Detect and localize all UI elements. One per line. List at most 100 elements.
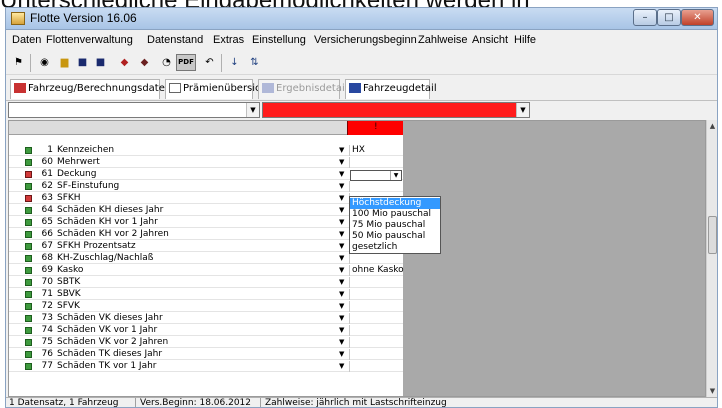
maximize-button[interactable]: □ [657, 9, 681, 26]
undo-icon[interactable]: ↶ [201, 54, 218, 71]
pdf-export-button[interactable]: PDF [176, 54, 196, 71]
table-row[interactable]: 75 Schäden VK vor 2 Jahren ▼ [9, 337, 403, 348]
menu-flottenverwaltung[interactable]: Flottenverwaltung [46, 34, 133, 46]
cd-icon[interactable]: ◉ [36, 54, 53, 71]
chevron-down-icon[interactable]: ▼ [339, 337, 344, 348]
dropdown-option[interactable]: Höchstdeckung [350, 198, 440, 209]
row-number: 60 [41, 157, 53, 167]
chevron-down-icon[interactable]: ▼ [339, 241, 344, 252]
table-row[interactable]: 71 SBVK ▼ [9, 289, 403, 300]
car-icon[interactable]: ◆ [116, 54, 133, 71]
row-value[interactable] [349, 301, 403, 312]
row-value[interactable] [349, 277, 403, 288]
table-row[interactable]: 72 SFVK ▼ [9, 301, 403, 312]
status-icon [25, 363, 32, 370]
sort-alt-icon[interactable]: ⇅ [246, 54, 263, 71]
tab-fahrzeug-berechnungsdaten[interactable]: Fahrzeug/Berechnungsdaten [10, 79, 171, 99]
table-row[interactable]: 76 Schäden TK dieses Jahr ▼ [9, 349, 403, 360]
row-value[interactable]: HX [349, 145, 403, 156]
chevron-down-icon[interactable]: ▼ [339, 181, 344, 192]
chevron-down-icon[interactable]: ▼ [339, 169, 344, 180]
row-value[interactable] [349, 253, 403, 264]
row-value[interactable] [349, 181, 403, 192]
save-all-icon[interactable]: ■ [92, 54, 109, 71]
scroll-up-icon[interactable]: ▲ [707, 120, 717, 132]
table-row[interactable]: 63 SFKH ▼ [9, 193, 403, 204]
chevron-down-icon[interactable]: ▼ [339, 205, 344, 216]
deckung-select[interactable]: ▼ [350, 170, 402, 181]
row-value[interactable] [349, 361, 403, 372]
row-value[interactable] [349, 325, 403, 336]
table-row[interactable]: 73 Schäden VK dieses Jahr ▼ [9, 313, 403, 324]
chevron-down-icon[interactable]: ▼ [339, 253, 344, 264]
menu-extras[interactable]: Extras [213, 34, 244, 46]
dropdown-option[interactable]: 75 Mio pauschal [350, 220, 440, 231]
table-row[interactable]: 65 Schäden KH vor 1 Jahr ▼ [9, 217, 403, 228]
scroll-down-icon[interactable]: ▼ [707, 385, 717, 397]
row-value[interactable] [349, 289, 403, 300]
vehicle-selector[interactable]: ▼ [262, 102, 530, 118]
dropdown-option[interactable]: 100 Mio pauschal [350, 209, 440, 220]
chevron-down-icon[interactable]: ▼ [339, 361, 344, 372]
open-folder-icon[interactable]: ▆ [56, 54, 73, 71]
chevron-down-icon[interactable]: ▼ [339, 157, 344, 168]
chevron-down-icon[interactable]: ▼ [339, 325, 344, 336]
chevron-down-icon[interactable]: ▼ [339, 277, 344, 288]
car-settings-icon[interactable]: ◆ [136, 54, 153, 71]
chevron-down-icon[interactable]: ▼ [339, 217, 344, 228]
title-bar[interactable]: Flotte Version 16.06 – □ ✕ [6, 8, 717, 30]
row-value[interactable] [349, 313, 403, 324]
tab-ergebnisdetail[interactable]: Ergebnisdetail [258, 79, 348, 99]
table-row[interactable]: 64 Schäden KH dieses Jahr ▼ [9, 205, 403, 216]
row-value[interactable] [349, 157, 403, 168]
chevron-down-icon[interactable]: ▼ [339, 289, 344, 300]
vehicle-column-header[interactable]: ! [347, 121, 403, 135]
menu-daten[interactable]: Daten [12, 34, 41, 46]
row-value[interactable] [349, 337, 403, 348]
table-row[interactable]: 74 Schäden VK vor 1 Jahr ▼ [9, 325, 403, 336]
table-row[interactable]: 68 KH-Zuschlag/Nachlaß ▼ [9, 253, 403, 264]
menu-hilfe[interactable]: Hilfe [514, 34, 536, 46]
table-row[interactable]: 77 Schäden TK vor 1 Jahr ▼ [9, 361, 403, 372]
report-icon [262, 83, 274, 93]
menu-datenstand[interactable]: Datenstand [147, 34, 203, 46]
table-row[interactable]: 62 SF-Einstufung ▼ [9, 181, 403, 192]
tab-fahrzeugdetail[interactable]: Fahrzeugdetail [345, 79, 437, 99]
chevron-down-icon[interactable]: ▼ [390, 171, 401, 180]
chevron-down-icon[interactable]: ▼ [339, 349, 344, 360]
chevron-down-icon[interactable]: ▼ [339, 229, 344, 240]
menu-versicherungsbeginn[interactable]: Versicherungsbeginn [314, 34, 417, 46]
chevron-down-icon[interactable]: ▼ [246, 103, 259, 117]
save-icon[interactable]: ■ [74, 54, 91, 71]
chevron-down-icon[interactable]: ▼ [339, 313, 344, 324]
table-row[interactable]: 70 SBTK ▼ [9, 277, 403, 288]
chevron-down-icon[interactable]: ▼ [339, 145, 344, 156]
tab-praemienuebersicht[interactable]: Prämienübersicht [165, 79, 271, 99]
row-value[interactable]: ohne Kasko [349, 265, 404, 276]
pin-icon[interactable]: ⚑ [10, 54, 27, 71]
table-row[interactable]: 61 Deckung ▼ ▼ [9, 169, 403, 181]
chevron-down-icon[interactable]: ▼ [339, 193, 344, 204]
table-row[interactable]: 66 Schäden KH vor 2 Jahren ▼ [9, 229, 403, 240]
menu-einstellung[interactable]: Einstellung [252, 34, 306, 46]
row-value[interactable] [349, 349, 403, 360]
deckung-dropdown-list[interactable]: Höchstdeckung 100 Mio pauschal 75 Mio pa… [349, 196, 441, 254]
minimize-button[interactable]: – [633, 9, 657, 26]
table-row[interactable]: 1 Kennzeichen ▼ HX [9, 145, 403, 156]
chevron-down-icon[interactable]: ▼ [339, 301, 344, 312]
sort-icon[interactable]: ↓ [226, 54, 243, 71]
vertical-scrollbar[interactable]: ▲ ▼ [706, 120, 717, 397]
table-row[interactable]: 69 Kasko ▼ ohne Kasko [9, 265, 404, 276]
chevron-down-icon[interactable]: ▼ [516, 103, 529, 117]
table-row[interactable]: 60 Mehrwert ▼ [9, 157, 403, 168]
dropdown-option[interactable]: gesetzlich [350, 242, 440, 253]
dropdown-option[interactable]: 50 Mio pauschal [350, 231, 440, 242]
close-button[interactable]: ✕ [681, 9, 714, 26]
table-row[interactable]: 67 SFKH Prozentsatz ▼ [9, 241, 403, 252]
vehicle-filter-select[interactable]: ▼ [8, 102, 260, 118]
scrollbar-thumb[interactable] [708, 216, 717, 254]
menu-ansicht[interactable]: Ansicht [472, 34, 508, 46]
chevron-down-icon[interactable]: ▼ [339, 265, 344, 276]
print-icon[interactable]: ◔ [158, 54, 175, 71]
menu-zahlweise[interactable]: Zahlweise [418, 34, 468, 46]
